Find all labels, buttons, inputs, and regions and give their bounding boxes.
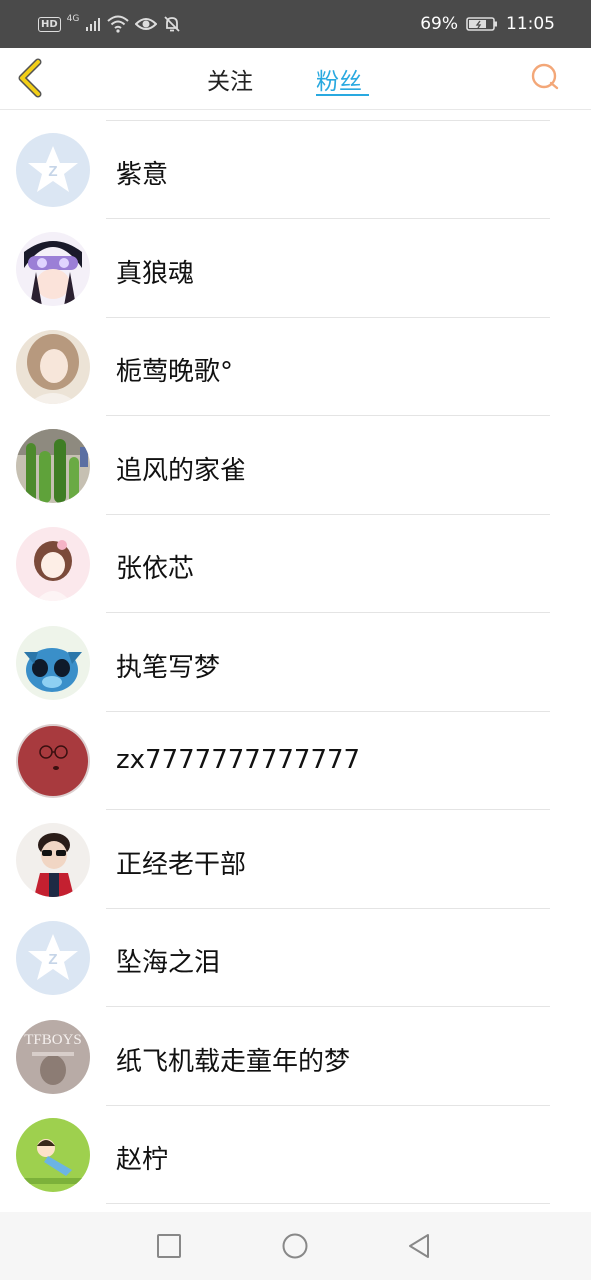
fan-name: 坠海之泪 [116, 948, 221, 978]
back-button[interactable] [14, 56, 48, 100]
active-tab-indicator [316, 94, 369, 96]
search-button[interactable] [529, 61, 563, 95]
avatar[interactable] [16, 724, 90, 798]
list-divider [106, 218, 550, 219]
avatar[interactable] [16, 625, 90, 700]
battery-icon [466, 17, 497, 31]
avatar[interactable] [16, 330, 90, 404]
fan-list-item[interactable]: TFBOYS 纸飞机载走童年的梦 [0, 1009, 591, 1108]
eye-icon [135, 18, 158, 30]
home-icon [282, 1233, 308, 1259]
fan-list-item[interactable]: 执笔写梦 [0, 615, 591, 714]
fan-name: 张依芯 [116, 554, 195, 584]
fan-list-item[interactable]: Z 坠海之泪 [0, 910, 591, 1009]
fan-list-item[interactable]: 正经老干部 [0, 812, 591, 911]
fan-name: 赵柠 [116, 1145, 169, 1175]
fan-list-item[interactable]: 追风的家雀 [0, 418, 591, 517]
list-divider [106, 513, 550, 515]
avatar[interactable] [16, 231, 90, 306]
mute-bell-icon [164, 16, 181, 32]
avatar[interactable]: TFBOYS [16, 1019, 90, 1094]
app-header: 关注 粉丝 [0, 48, 591, 110]
svg-text:Z: Z [48, 951, 57, 968]
fan-list-item[interactable]: 赵柠 [0, 1107, 591, 1206]
avatar[interactable] [16, 822, 90, 897]
avatar[interactable] [16, 527, 90, 601]
chevron-left-icon [18, 58, 42, 98]
list-divider [106, 612, 550, 613]
recent-apps-icon [157, 1234, 181, 1258]
fan-list-item[interactable]: 栀莺晚歌° [0, 319, 591, 418]
fan-list-item[interactable]: 真狼魂 [0, 221, 591, 320]
fan-name: 真狼魂 [116, 258, 195, 289]
list-divider [106, 1006, 550, 1007]
signal-icon [86, 18, 101, 31]
search-icon [531, 63, 559, 90]
list-divider [106, 710, 550, 712]
home-button[interactable] [281, 1232, 309, 1260]
avatar[interactable]: Z [16, 133, 90, 207]
list-divider [106, 415, 550, 416]
system-nav-bar [0, 1212, 591, 1280]
list-divider [106, 1104, 550, 1106]
fan-name: zx7777777777777 [116, 745, 361, 775]
avatar[interactable] [16, 1118, 90, 1192]
status-icons-left: HD 4G [38, 12, 181, 36]
fan-name: 纸飞机载走童年的梦 [116, 1046, 351, 1077]
fan-name: 栀莺晚歌° [116, 357, 234, 387]
hd-icon: HD [38, 16, 61, 32]
fan-list-item[interactable]: zx7777777777777 [0, 713, 591, 812]
clock: 11:05 [506, 14, 555, 34]
back-icon [409, 1234, 429, 1258]
wifi-icon [107, 15, 130, 33]
recent-apps-button[interactable] [155, 1232, 183, 1260]
avatar[interactable] [16, 428, 90, 503]
avatar[interactable]: Z [16, 921, 90, 995]
status-bar: HD 4G 69% 11:05 [0, 0, 591, 48]
fan-name: 执笔写梦 [116, 652, 221, 683]
fan-list-item[interactable]: Z 紫意 [0, 122, 591, 221]
system-back-button[interactable] [406, 1232, 434, 1260]
tab-fans[interactable]: 粉丝 [316, 62, 362, 96]
list-divider [106, 316, 550, 318]
network-type-label: 4G [66, 14, 80, 24]
fan-name: 紫意 [116, 160, 169, 190]
list-divider [106, 1203, 550, 1204]
svg-text:TFBOYS: TFBOYS [24, 1032, 82, 1048]
list-divider [106, 809, 550, 810]
status-icons-right: 69% 11:05 [420, 12, 555, 36]
tab-follow[interactable]: 关注 [207, 62, 253, 96]
list-divider [106, 120, 550, 121]
svg-text:Z: Z [48, 163, 57, 180]
list-divider [106, 907, 550, 909]
fan-name: 追风的家雀 [116, 455, 247, 486]
fan-name: 正经老干部 [116, 849, 247, 880]
battery-percent: 69% [420, 14, 458, 34]
fan-list-item[interactable]: 张依芯 [0, 516, 591, 615]
